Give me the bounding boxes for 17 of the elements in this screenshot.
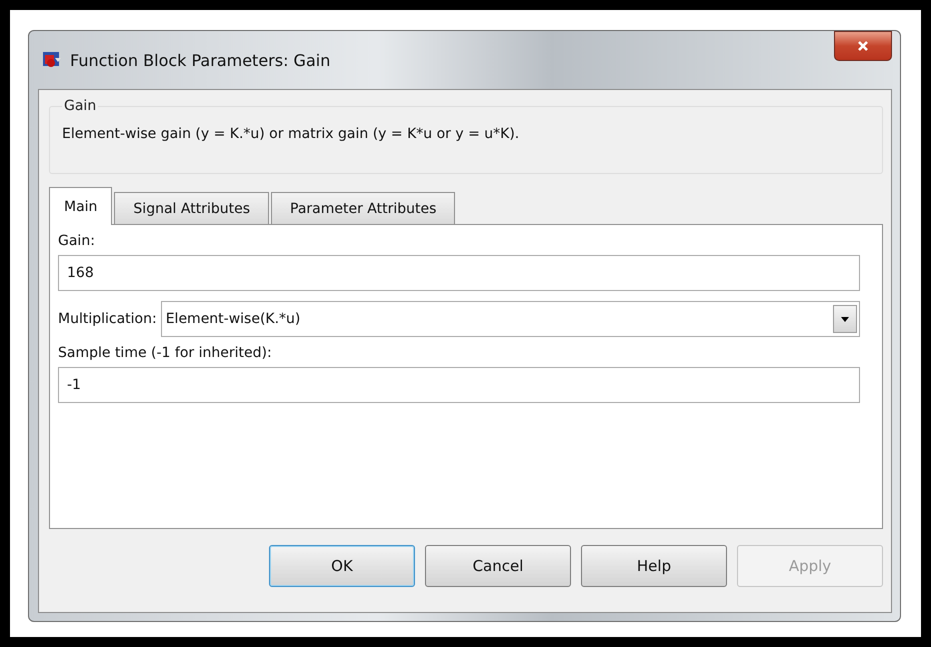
dialog-button[interactable]: Cancel	[425, 545, 571, 587]
dialog-button[interactable]: Help	[581, 545, 727, 587]
window-title: Function Block Parameters: Gain	[70, 50, 330, 70]
description-text: Element-wise gain (y = K.*u) or matrix gain (y = K*u or y = u*K).	[62, 126, 520, 142]
close-icon	[857, 40, 869, 52]
close-button[interactable]	[834, 31, 892, 61]
block-diagram-icon	[42, 50, 62, 70]
dropdown[interactable]: Element-wise(K.*u)	[160, 301, 860, 337]
tab[interactable]: Parameter Attributes	[271, 192, 456, 224]
dialog-button[interactable]: OK	[269, 545, 415, 587]
tab[interactable]: Signal Attributes	[114, 192, 269, 224]
input-field[interactable]: 168	[58, 255, 860, 291]
field-label: Gain:	[58, 233, 96, 249]
input-field[interactable]: -1	[58, 367, 860, 403]
field-label: Sample time (-1 for inherited):	[58, 345, 273, 361]
tab[interactable]: Main	[49, 187, 112, 225]
field-label: Multiplication:	[58, 311, 157, 327]
